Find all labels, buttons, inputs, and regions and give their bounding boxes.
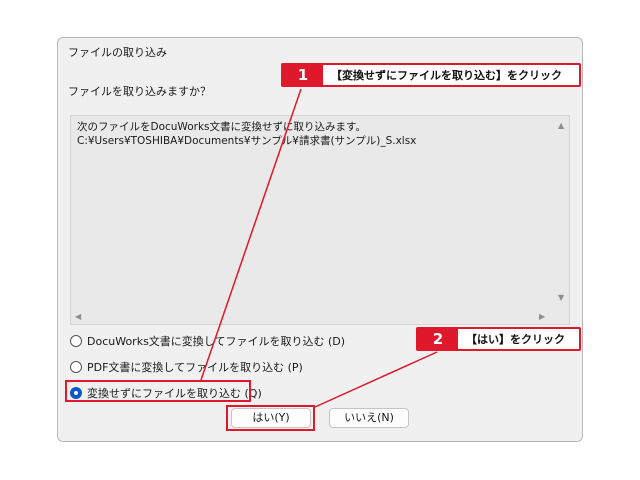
message-line-2: C:¥Users¥TOSHIBA¥Documents¥サンプル¥請求書(サンプル… <box>77 135 417 147</box>
horizontal-scrollbar[interactable]: ◀ ▶ <box>71 311 557 324</box>
message-box: 次のファイルをDocuWorks文書に変換せずに取り込みます。 C:¥Users… <box>70 115 570 325</box>
vertical-scrollbar[interactable]: ▲ ▼ <box>555 116 569 312</box>
scroll-right-icon[interactable]: ▶ <box>539 313 545 321</box>
callout-2-text: 【はい】をクリック <box>466 333 565 346</box>
callout-2: 2 【はい】をクリック <box>416 327 581 351</box>
question-text: ファイルを取り込みますか？ <box>68 85 211 98</box>
scroll-left-icon[interactable]: ◀ <box>75 313 81 321</box>
option-docuworks[interactable]: DocuWorks文書に変換してファイルを取り込む (D) <box>70 333 345 349</box>
callout-1-text: 【変換せずにファイルを取り込む】をクリック <box>331 69 562 82</box>
highlight-yes-button <box>226 405 315 431</box>
callout-1-number: 1 <box>283 65 323 85</box>
highlight-option-no-convert <box>65 380 251 402</box>
option-pdf[interactable]: PDF文書に変換してファイルを取り込む (P) <box>70 359 303 375</box>
option-docuworks-label: DocuWorks文書に変換してファイルを取り込む (D) <box>87 335 346 348</box>
scroll-down-icon[interactable]: ▼ <box>558 294 564 302</box>
scroll-up-icon[interactable]: ▲ <box>558 122 564 130</box>
option-pdf-label: PDF文書に変換してファイルを取り込む (P) <box>87 361 303 374</box>
message-text: 次のファイルをDocuWorks文書に変換せずに取り込みます。 C:¥Users… <box>77 120 416 148</box>
message-line-1: 次のファイルをDocuWorks文書に変換せずに取り込みます。 <box>77 121 366 133</box>
callout-1: 1 【変換せずにファイルを取り込む】をクリック <box>281 63 581 87</box>
callout-2-number: 2 <box>418 329 458 349</box>
radio-button[interactable] <box>70 361 82 373</box>
radio-button[interactable] <box>70 335 82 347</box>
no-button[interactable]: いいえ(N) <box>329 408 409 428</box>
dialog-title: ファイルの取り込み <box>68 46 167 59</box>
